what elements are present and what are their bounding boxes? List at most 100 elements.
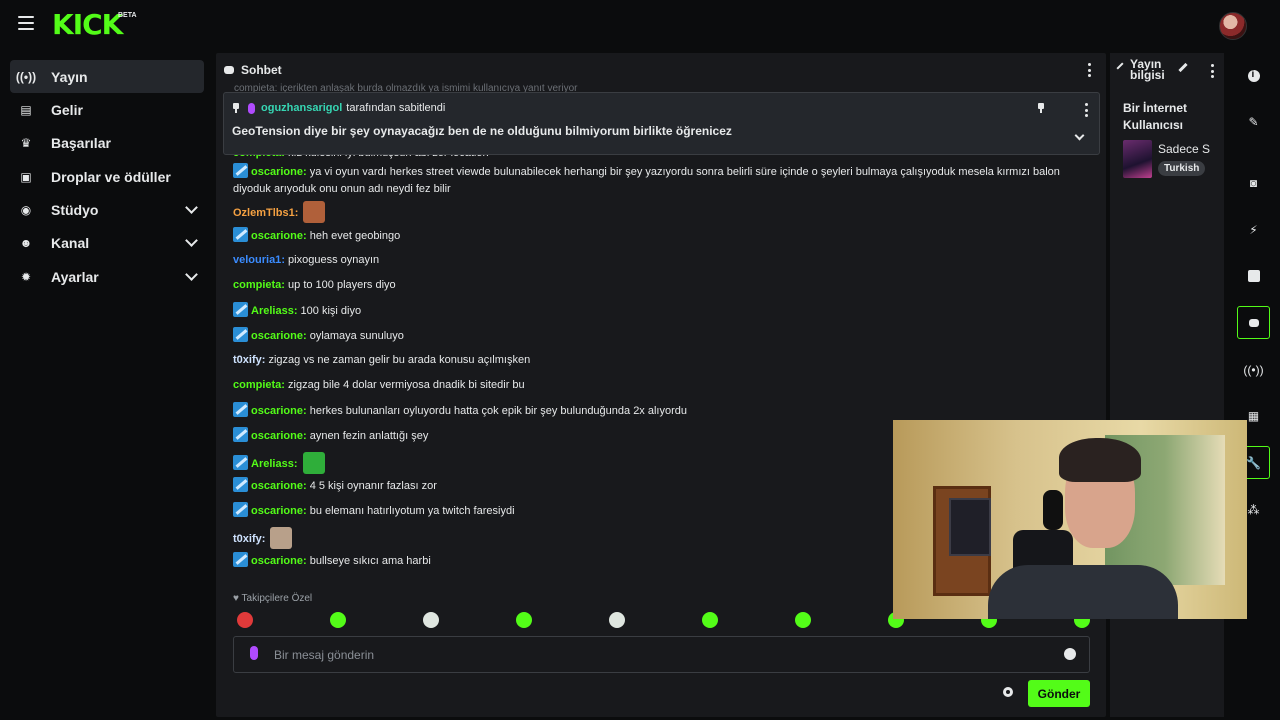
beta-label: BETA: [118, 12, 137, 19]
chat-header: Sohbet: [216, 53, 1106, 87]
pin-icon: [232, 103, 240, 113]
chat-icon[interactable]: [1237, 306, 1270, 339]
chat-text: aynen fezin anlattığı şey: [309, 430, 429, 442]
emote-icon[interactable]: [609, 612, 625, 628]
edit-icon[interactable]: ✎: [1237, 105, 1270, 138]
chat-message: oscarione: oylamaya sunuluyo: [233, 327, 1093, 345]
right-rail: ✎ ◙ ⚡ ((•)) ▦ 🔧 ⁂: [1231, 50, 1280, 720]
emote-icon[interactable]: [795, 612, 811, 628]
category-name[interactable]: Sadece S: [1158, 142, 1210, 156]
pinned-by-suffix: tarafından sabitlendi: [346, 102, 446, 114]
chat-message: oscarione: heh evet geobingo: [233, 227, 1093, 245]
mic-icon: [248, 102, 255, 114]
chevron-down-icon[interactable]: [185, 268, 198, 281]
sidebar-item-gelir[interactable]: ▤ Gelir: [10, 93, 204, 126]
more-options-icon[interactable]: [1083, 63, 1095, 77]
sidebar-item-basarilar[interactable]: ♛ Başarılar: [10, 126, 204, 159]
send-button[interactable]: Gönder: [1028, 680, 1090, 707]
chat-username[interactable]: oscarione: [251, 430, 303, 442]
pinned-message[interactable]: oguzhansarigol tarafından sabitlendi Geo…: [223, 92, 1100, 155]
more-options-icon[interactable]: [1206, 64, 1218, 78]
chat-username[interactable]: oscarione: [251, 480, 303, 492]
revenue-icon: ▤: [20, 102, 32, 117]
user-avatar[interactable]: [1219, 12, 1247, 40]
chat-message: velouria1: pixoguess oynayın: [233, 252, 1093, 269]
sidebar-item-label: Başarılar: [51, 134, 111, 151]
sidebar-item-yayin[interactable]: ((•)) Yayın: [10, 60, 204, 93]
pinned-by-user[interactable]: oguzhansarigol: [261, 102, 342, 114]
pinned-text: GeoTension diye bir şey oynayacağız ben …: [232, 124, 732, 138]
chat-text: bu elemanı hatırlıyotum ya twitch faresi…: [309, 505, 515, 517]
emote-icon[interactable]: [302, 452, 325, 474]
chat-message-input[interactable]: [274, 645, 1054, 665]
chat-username[interactable]: t0xify: [233, 533, 262, 545]
scene-icon[interactable]: ◙: [1237, 166, 1270, 199]
studio-icon: ◉: [20, 202, 32, 217]
chat-username[interactable]: oscarione: [251, 405, 303, 417]
chat-username[interactable]: OzlemTlbs1: [233, 207, 295, 219]
emote-icon[interactable]: [237, 612, 253, 628]
unpin-icon[interactable]: [1037, 103, 1045, 113]
chat-text: 100 kişi diyo: [300, 305, 362, 317]
emote-icon[interactable]: [516, 612, 532, 628]
chat-text: 4 5 kişi oynanır fazlası zor: [309, 480, 437, 492]
chat-username[interactable]: compieta: [233, 379, 281, 391]
pinned-more-icon[interactable]: [1080, 103, 1092, 117]
kick-logo[interactable]: KICK: [52, 10, 123, 40]
emote-icon[interactable]: [702, 612, 718, 628]
chat-username[interactable]: oscarione: [251, 330, 303, 342]
top-bar: KICK BETA: [0, 0, 1280, 50]
chat-text: pixoguess oynayın: [288, 254, 380, 266]
emote-icon[interactable]: [270, 527, 293, 549]
chevron-down-icon[interactable]: [185, 234, 198, 247]
chat-separator: :: [302, 166, 310, 178]
chat-separator: :: [302, 330, 310, 342]
chat-username[interactable]: Areliass: [251, 305, 294, 317]
chat-username[interactable]: oscarione: [251, 166, 303, 178]
chat-username[interactable]: oscarione: [251, 555, 303, 567]
chat-message: oscarione: ya vi oyun vardı herkes stree…: [233, 163, 1093, 198]
chat-username[interactable]: compieta: [233, 279, 281, 291]
follower-only-note: ♥ Takipçilere Özel: [233, 593, 313, 604]
chat-text: zigzag bile 4 dolar vermiyosa dnadik bi …: [288, 379, 525, 391]
chat-settings-icon[interactable]: [1003, 687, 1013, 697]
chat-username[interactable]: Areliass: [251, 458, 294, 470]
chat-separator: :: [261, 533, 269, 545]
language-tag: Turkish: [1158, 161, 1206, 176]
gift-icon: ▣: [20, 169, 32, 184]
sidebar-item-ayarlar[interactable]: ✹ Ayarlar: [10, 260, 204, 293]
sidebar-item-droplar[interactable]: ▣ Droplar ve ödüller: [10, 160, 204, 193]
chat-separator: :: [293, 458, 301, 470]
category-thumbnail[interactable]: [1123, 140, 1152, 178]
chat-username[interactable]: t0xify: [233, 354, 262, 366]
chat-text: bullseye sıkıcı ama harbi: [309, 555, 431, 567]
emoji-icon[interactable]: [1064, 648, 1076, 660]
edit-icon[interactable]: [1178, 62, 1188, 73]
notes-icon[interactable]: [1237, 259, 1270, 292]
broadcast-icon[interactable]: ((•)): [1237, 353, 1270, 386]
pinned-header: oguzhansarigol tarafından sabitlendi: [232, 102, 445, 114]
chat-separator: :: [302, 480, 310, 492]
chat-input-box[interactable]: [233, 636, 1090, 673]
chat-title: Sohbet: [241, 63, 282, 77]
chat-username[interactable]: oscarione: [251, 230, 303, 242]
chevron-down-icon[interactable]: [1074, 130, 1085, 141]
chat-text: oylamaya sunuluyo: [309, 330, 404, 342]
info-icon[interactable]: [1237, 59, 1270, 92]
channel-icon: ☻: [19, 235, 33, 250]
chevron-down-icon[interactable]: [185, 201, 198, 214]
chat-username[interactable]: oscarione: [251, 505, 303, 517]
menu-icon[interactable]: [18, 16, 34, 30]
emote-icon[interactable]: [330, 612, 346, 628]
sidebar-item-studyo[interactable]: ◉ Stüdyo: [10, 193, 204, 226]
sidebar: ((•)) Yayın ▤ Gelir ♛ Başarılar ▣ Dropla…: [0, 50, 210, 720]
chat-text: up to 100 players diyo: [288, 279, 396, 291]
sidebar-item-kanal[interactable]: ☻ Kanal: [10, 226, 204, 259]
flash-icon[interactable]: ⚡: [1237, 213, 1270, 246]
sidebar-item-label: Ayarlar: [51, 268, 99, 285]
badge-icon: [233, 552, 248, 567]
emote-icon[interactable]: [423, 612, 439, 628]
chat-username[interactable]: velouria1: [233, 254, 281, 266]
emote-icon[interactable]: [303, 201, 326, 223]
mic-icon[interactable]: [250, 646, 258, 660]
